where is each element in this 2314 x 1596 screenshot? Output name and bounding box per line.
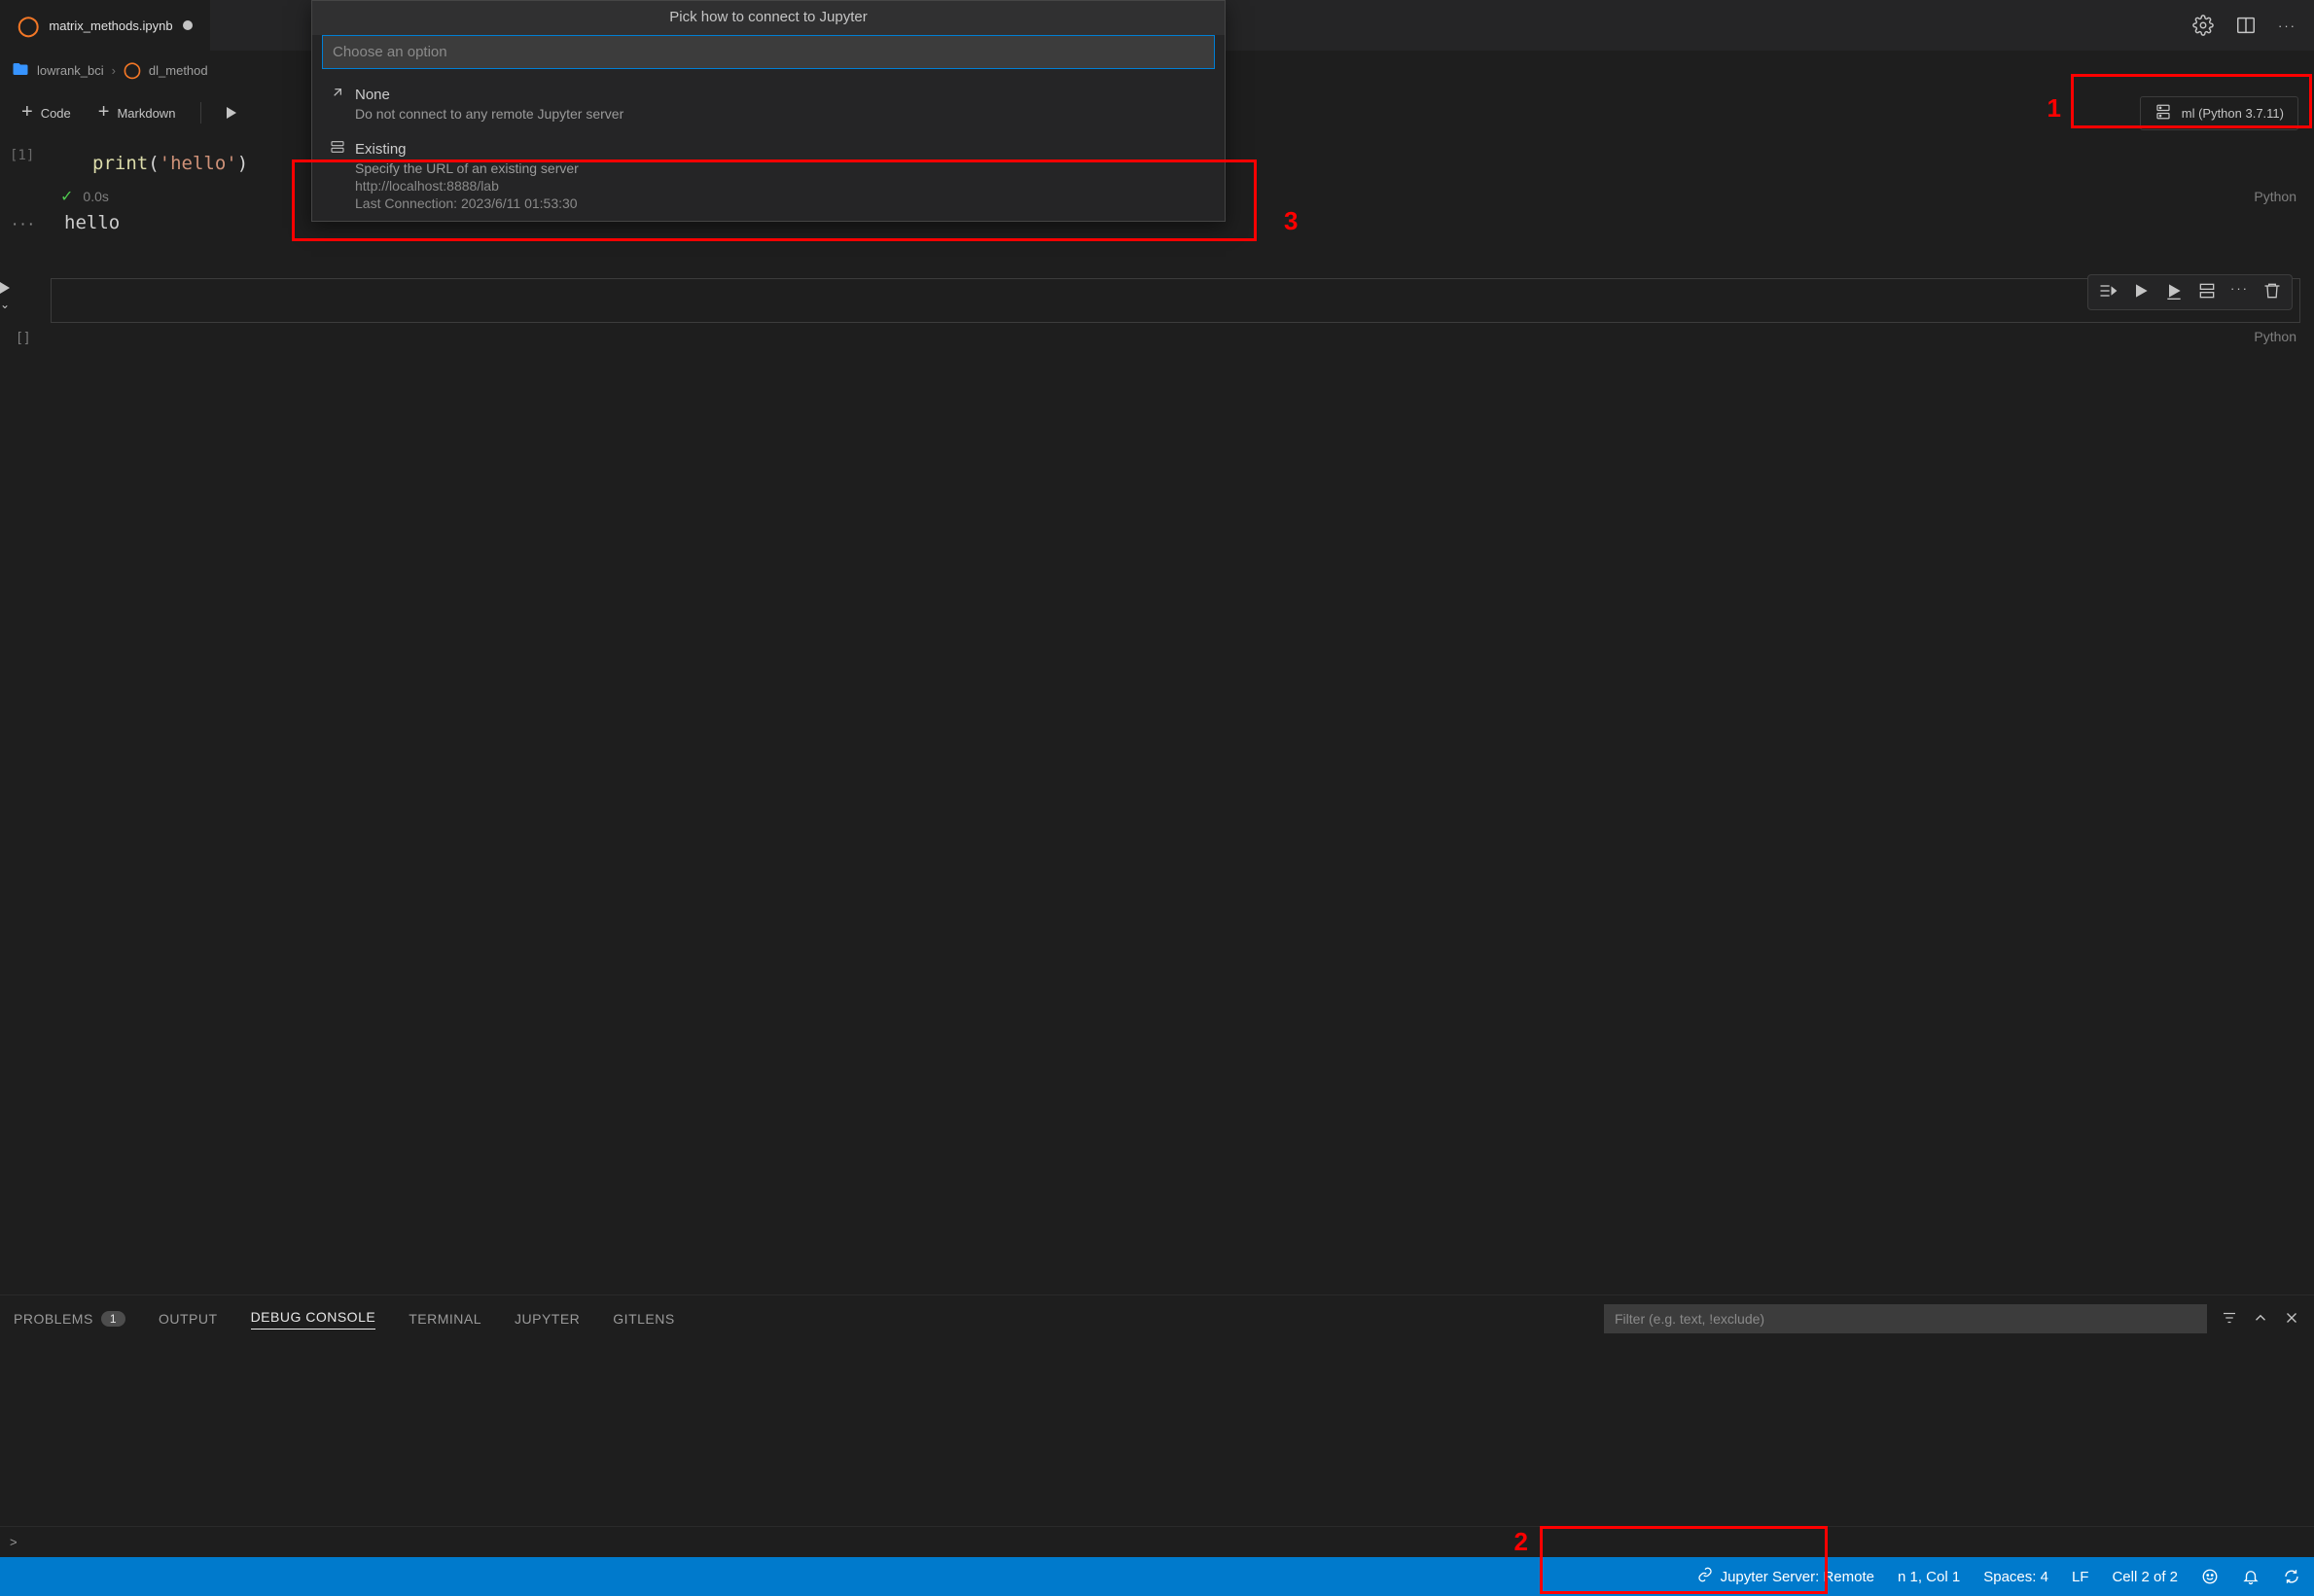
quickpick-dialog: Pick how to connect to Jupyter None Do n… <box>311 0 1226 222</box>
panel-tab-debug-console[interactable]: DEBUG CONSOLE <box>251 1309 376 1330</box>
tab-label: PROBLEMS <box>14 1311 93 1327</box>
tab-label: GITLENS <box>613 1311 674 1327</box>
panel-tab-jupyter[interactable]: JUPYTER <box>515 1311 580 1327</box>
problems-count-badge: 1 <box>101 1311 125 1327</box>
code-token: 'hello' <box>160 153 237 174</box>
chevron-right-icon: › <box>112 63 116 78</box>
run-by-line-icon[interactable] <box>2098 281 2118 303</box>
more-actions-icon[interactable]: ··· <box>2278 18 2296 33</box>
chevron-down-icon: ⌄ <box>0 298 10 311</box>
status-bell-icon[interactable] <box>2242 1568 2260 1585</box>
status-text: Cell 2 of 2 <box>2112 1569 2178 1585</box>
tab-label: OUTPUT <box>159 1311 218 1327</box>
quickpick-input[interactable] <box>322 35 1215 69</box>
panel-maximize-icon[interactable] <box>2252 1309 2269 1330</box>
execute-cell-icon[interactable] <box>2131 281 2151 303</box>
breadcrumb-folder[interactable]: lowrank_bci <box>37 63 104 78</box>
panel-filter-input[interactable] <box>1604 1304 2207 1333</box>
status-cursor-position[interactable]: n 1, Col 1 <box>1898 1569 1960 1585</box>
filter-settings-icon[interactable] <box>2221 1309 2238 1330</box>
panel-tab-problems[interactable]: PROBLEMS 1 <box>14 1311 125 1327</box>
plus-icon: + <box>21 102 33 122</box>
quickpick-option-existing[interactable]: Existing Specify the URL of an existing … <box>312 131 1225 221</box>
status-jupyter-server[interactable]: Jupyter Server: Remote <box>1697 1567 1874 1586</box>
option-url: http://localhost:8888/lab <box>355 178 1207 194</box>
option-label: None <box>355 87 390 103</box>
debug-repl-prompt[interactable]: > <box>0 1526 2314 1557</box>
code-editor[interactable] <box>51 278 2300 323</box>
folder-icon <box>12 60 29 81</box>
link-icon <box>1697 1567 1713 1586</box>
jupyter-icon: ◯ <box>18 14 39 38</box>
delete-cell-icon[interactable] <box>2262 281 2282 303</box>
quickpick-title: Pick how to connect to Jupyter <box>312 1 1225 35</box>
option-description: Specify the URL of an existing server <box>355 160 1207 176</box>
panel-tabs: PROBLEMS 1 OUTPUT DEBUG CONSOLE TERMINAL… <box>0 1295 2314 1342</box>
status-text: Spaces: 4 <box>1983 1569 2048 1585</box>
editor-tab[interactable]: ◯ matrix_methods.ipynb <box>0 0 210 51</box>
code-token: ( <box>148 153 159 174</box>
status-bar: Jupyter Server: Remote n 1, Col 1 Spaces… <box>0 1557 2314 1596</box>
cell-status: [ ] Python <box>0 323 2314 348</box>
run-cell-gutter[interactable]: ⌄ <box>0 282 10 311</box>
code-token: ) <box>237 153 248 174</box>
kernel-name: ml (Python 3.7.11) <box>2182 106 2284 121</box>
run-all-button[interactable] <box>217 103 246 123</box>
play-icon <box>227 107 236 119</box>
panel-tab-gitlens[interactable]: GITLENS <box>613 1311 674 1327</box>
disconnect-icon <box>330 85 345 104</box>
output-text: hello <box>51 210 133 243</box>
markdown-label: Markdown <box>117 106 175 121</box>
code-label: Code <box>41 106 71 121</box>
dirty-indicator-icon <box>183 20 193 30</box>
option-description: Do not connect to any remote Jupyter ser… <box>355 106 1207 122</box>
split-cell-icon[interactable] <box>2197 281 2217 303</box>
status-text: n 1, Col 1 <box>1898 1569 1960 1585</box>
server-icon <box>330 139 345 159</box>
cell-more-icon[interactable]: ··· <box>2230 281 2249 303</box>
success-check-icon: ✓ <box>60 187 73 206</box>
exec-count: [ ] <box>18 329 29 344</box>
tab-filename: matrix_methods.ipynb <box>49 18 172 33</box>
status-feedback-icon[interactable] <box>2201 1568 2219 1585</box>
tab-label: DEBUG CONSOLE <box>251 1309 376 1325</box>
panel-tab-terminal[interactable]: TERMINAL <box>409 1311 481 1327</box>
play-icon <box>0 282 10 294</box>
server-icon <box>2154 103 2172 124</box>
code-cell[interactable]: ··· ⌄ [ ] Python <box>0 278 2314 348</box>
option-label: Existing <box>355 141 407 158</box>
cell-language[interactable]: Python <box>2254 189 2296 204</box>
toolbar-separator <box>200 102 201 124</box>
panel-close-icon[interactable] <box>2283 1309 2300 1330</box>
panel-tab-output[interactable]: OUTPUT <box>159 1311 218 1327</box>
kernel-selector-button[interactable]: ml (Python 3.7.11) <box>2140 96 2298 130</box>
status-cell-position[interactable]: Cell 2 of 2 <box>2112 1569 2178 1585</box>
status-eol[interactable]: LF <box>2072 1569 2089 1585</box>
status-text: Jupyter Server: Remote <box>1721 1569 1874 1585</box>
exec-time: 0.0s <box>83 189 108 204</box>
add-code-cell-button[interactable]: + Code <box>12 99 81 126</box>
status-text: LF <box>2072 1569 2089 1585</box>
prompt-chevron-icon: > <box>10 1535 18 1549</box>
breadcrumb-item[interactable]: dl_method <box>149 63 208 78</box>
plus-icon: + <box>98 102 110 122</box>
quickpick-option-none[interactable]: None Do not connect to any remote Jupyte… <box>312 77 1225 131</box>
jupyter-icon: ◯ <box>124 60 141 80</box>
status-indentation[interactable]: Spaces: 4 <box>1983 1569 2048 1585</box>
execute-below-icon[interactable] <box>2164 281 2184 303</box>
exec-count: [1] <box>0 142 51 163</box>
code-token: print <box>92 153 148 174</box>
tabbar-actions: ··· <box>2192 15 2314 36</box>
settings-gear-icon[interactable] <box>2192 15 2214 36</box>
cell-language[interactable]: Python <box>2254 329 2296 344</box>
output-gutter-icon: ··· <box>0 210 51 235</box>
add-markdown-cell-button[interactable]: + Markdown <box>89 99 186 126</box>
split-editor-icon[interactable] <box>2235 15 2257 36</box>
tab-label: TERMINAL <box>409 1311 481 1327</box>
option-last-connection: Last Connection: 2023/6/11 01:53:30 <box>355 195 1207 211</box>
cell-toolbar: ··· <box>2087 274 2293 310</box>
tab-label: JUPYTER <box>515 1311 580 1327</box>
status-sync-icon[interactable] <box>2283 1568 2300 1585</box>
